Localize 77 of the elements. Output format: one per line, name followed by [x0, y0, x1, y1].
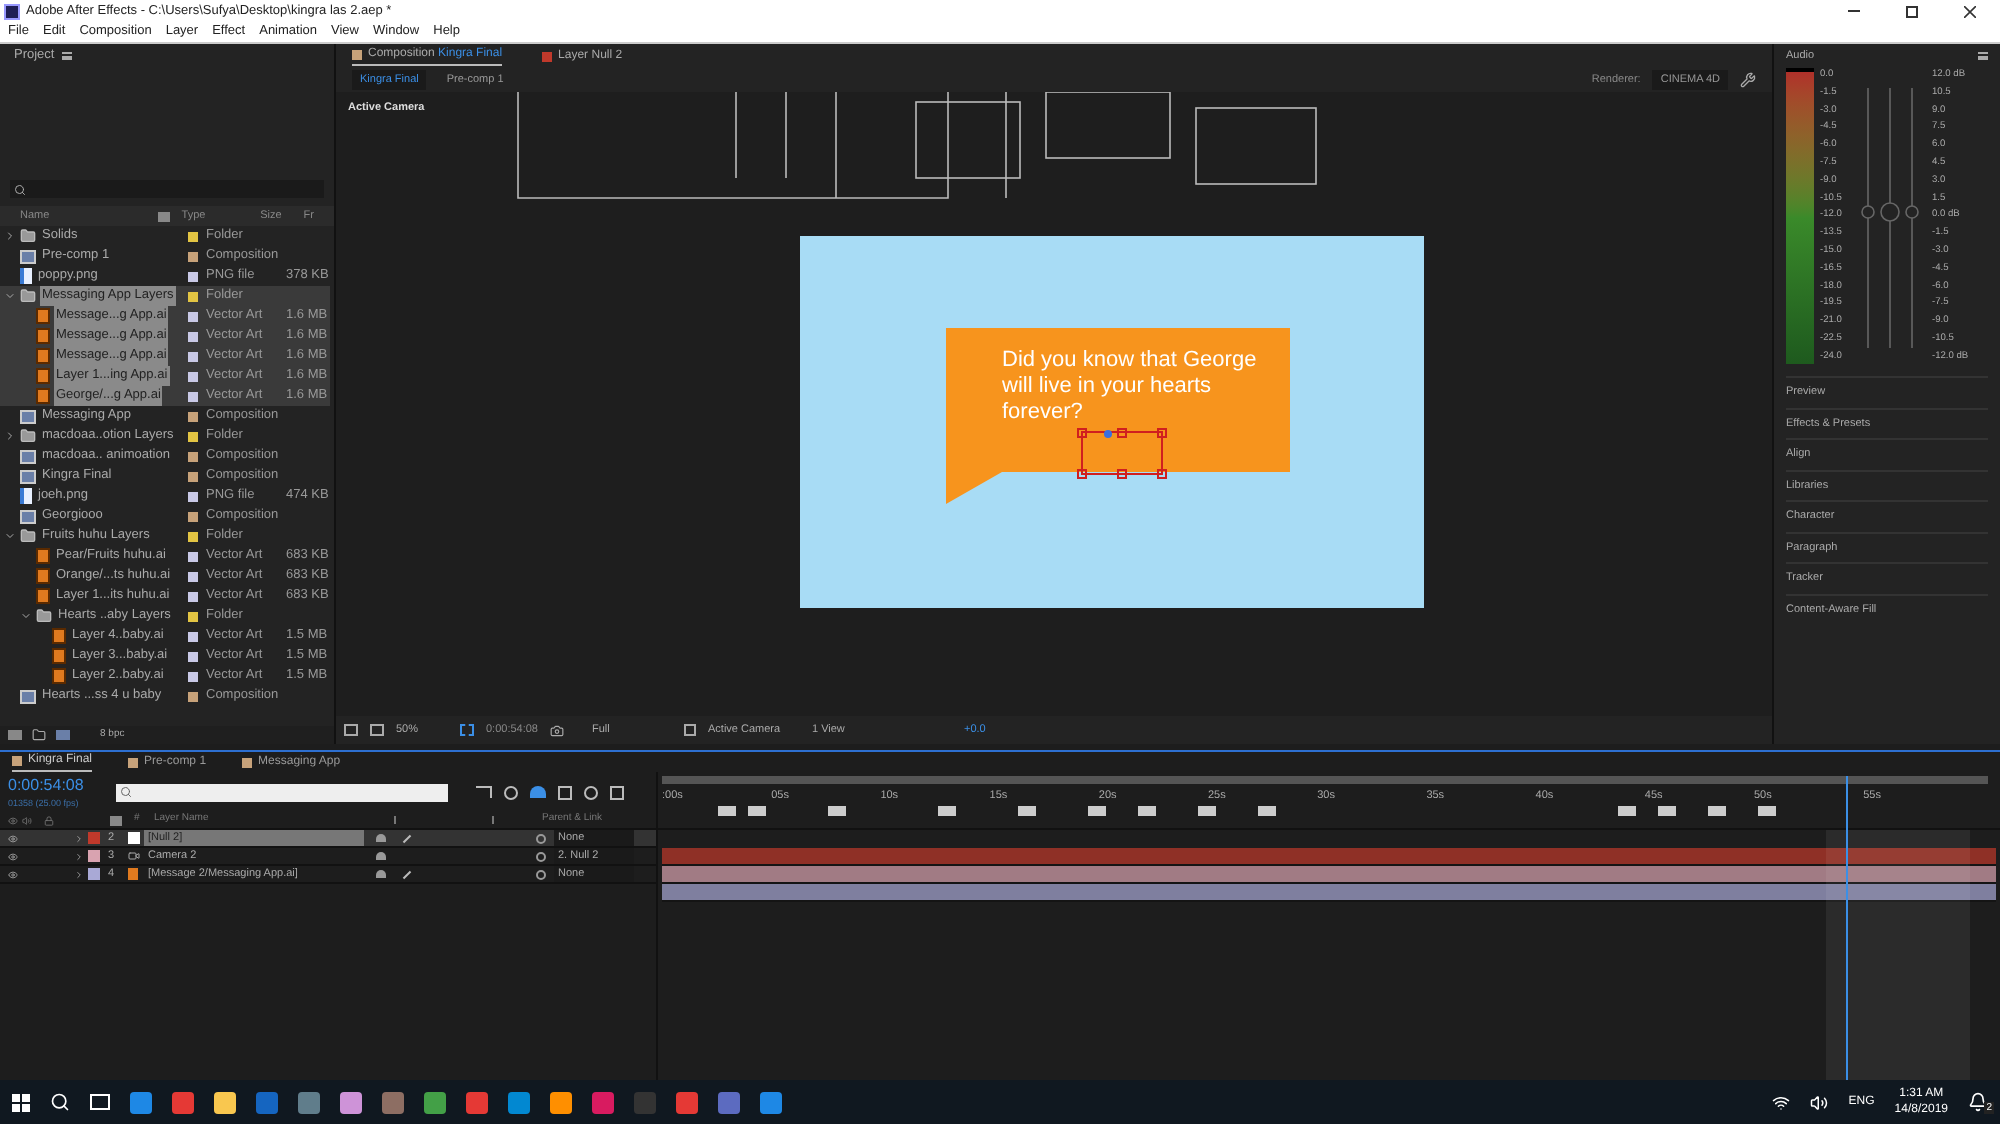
marker-icon[interactable] [1618, 806, 1636, 816]
expand-icon[interactable] [4, 430, 16, 442]
marker-icon[interactable] [1088, 806, 1106, 816]
volume-icon[interactable] [1810, 1093, 1829, 1111]
search-icon [120, 786, 132, 798]
layer-duration-bar[interactable] [662, 866, 1996, 884]
task-view-icon[interactable] [90, 1094, 110, 1110]
bubble-text: Did you know that George will live in your hearts forever? [1002, 348, 1258, 426]
composition-icon [20, 689, 36, 703]
layer-duration-bar[interactable] [662, 884, 1996, 902]
composition-icon [20, 249, 36, 263]
restore-icon[interactable] [1906, 5, 1918, 17]
folder-icon [36, 608, 52, 624]
collapse-icon[interactable] [20, 610, 32, 622]
app-icon[interactable] [508, 1091, 530, 1113]
snapshot-icon[interactable] [550, 723, 564, 737]
marker-icon[interactable] [938, 806, 956, 816]
composition-icon [20, 509, 36, 523]
marker-icon[interactable] [748, 806, 766, 816]
marker-icon[interactable] [1258, 806, 1276, 816]
menu-icon[interactable] [1978, 52, 1988, 60]
marker-icon[interactable] [1198, 806, 1216, 816]
visibility-icon[interactable] [8, 833, 18, 843]
composition-icon [20, 409, 36, 423]
quality-switch-icon[interactable] [402, 869, 412, 879]
lock-icon [44, 815, 54, 825]
region-icon[interactable] [460, 724, 474, 736]
collapse-icon[interactable] [4, 530, 16, 542]
label-icon [157, 211, 170, 221]
close-icon[interactable] [1964, 5, 1976, 17]
visibility-icon[interactable] [8, 851, 18, 861]
notification-icon[interactable] [1968, 1092, 1988, 1112]
app-icon[interactable] [214, 1091, 236, 1113]
image-file-icon [20, 268, 32, 284]
folder-icon [20, 528, 36, 544]
search-icon[interactable] [50, 1092, 70, 1112]
label-swatch[interactable] [88, 850, 100, 862]
image-file-icon [20, 488, 32, 504]
app-icon[interactable] [550, 1091, 572, 1113]
expand-icon[interactable] [4, 230, 16, 242]
search-field[interactable] [10, 180, 324, 198]
vector-file-icon [128, 868, 138, 880]
start-icon[interactable] [12, 1093, 30, 1111]
marker-icon[interactable] [1658, 806, 1676, 816]
label-icon [110, 815, 122, 825]
label-swatch[interactable] [88, 832, 100, 844]
layer-search-field[interactable] [116, 783, 448, 801]
audio-icon [22, 815, 32, 825]
timecode[interactable]: 0:00:54:08 [8, 773, 104, 798]
marker-icon[interactable] [828, 806, 846, 816]
app-icon [4, 3, 20, 19]
marker-icon[interactable] [718, 806, 736, 816]
app-icon[interactable] [340, 1091, 362, 1113]
marker-icon[interactable] [1018, 806, 1036, 816]
app-icon[interactable] [424, 1091, 446, 1113]
folder-icon [20, 428, 36, 444]
selection-box[interactable] [1076, 428, 1172, 480]
network-icon[interactable] [1772, 1093, 1791, 1111]
folder-icon [20, 228, 36, 244]
visibility-icon[interactable] [8, 869, 18, 879]
search-icon [14, 183, 26, 195]
label-swatch[interactable] [88, 868, 100, 880]
menu-icon[interactable] [62, 52, 73, 60]
app-icon[interactable] [760, 1091, 782, 1113]
layer-duration-bar[interactable] [662, 848, 1996, 866]
marker-icon[interactable] [1138, 806, 1156, 816]
camera-icon [128, 850, 140, 862]
visibility-icon [8, 815, 18, 825]
null-layer-icon [128, 832, 140, 844]
marker-icon[interactable] [1708, 806, 1726, 816]
app-icon[interactable] [130, 1091, 152, 1113]
quality-switch-icon[interactable] [402, 833, 412, 843]
collapse-icon[interactable] [4, 290, 16, 302]
folder-icon [20, 288, 36, 304]
marker-icon[interactable] [1758, 806, 1776, 816]
wrench-icon[interactable] [1740, 72, 1756, 88]
new-folder-icon[interactable] [32, 728, 46, 742]
